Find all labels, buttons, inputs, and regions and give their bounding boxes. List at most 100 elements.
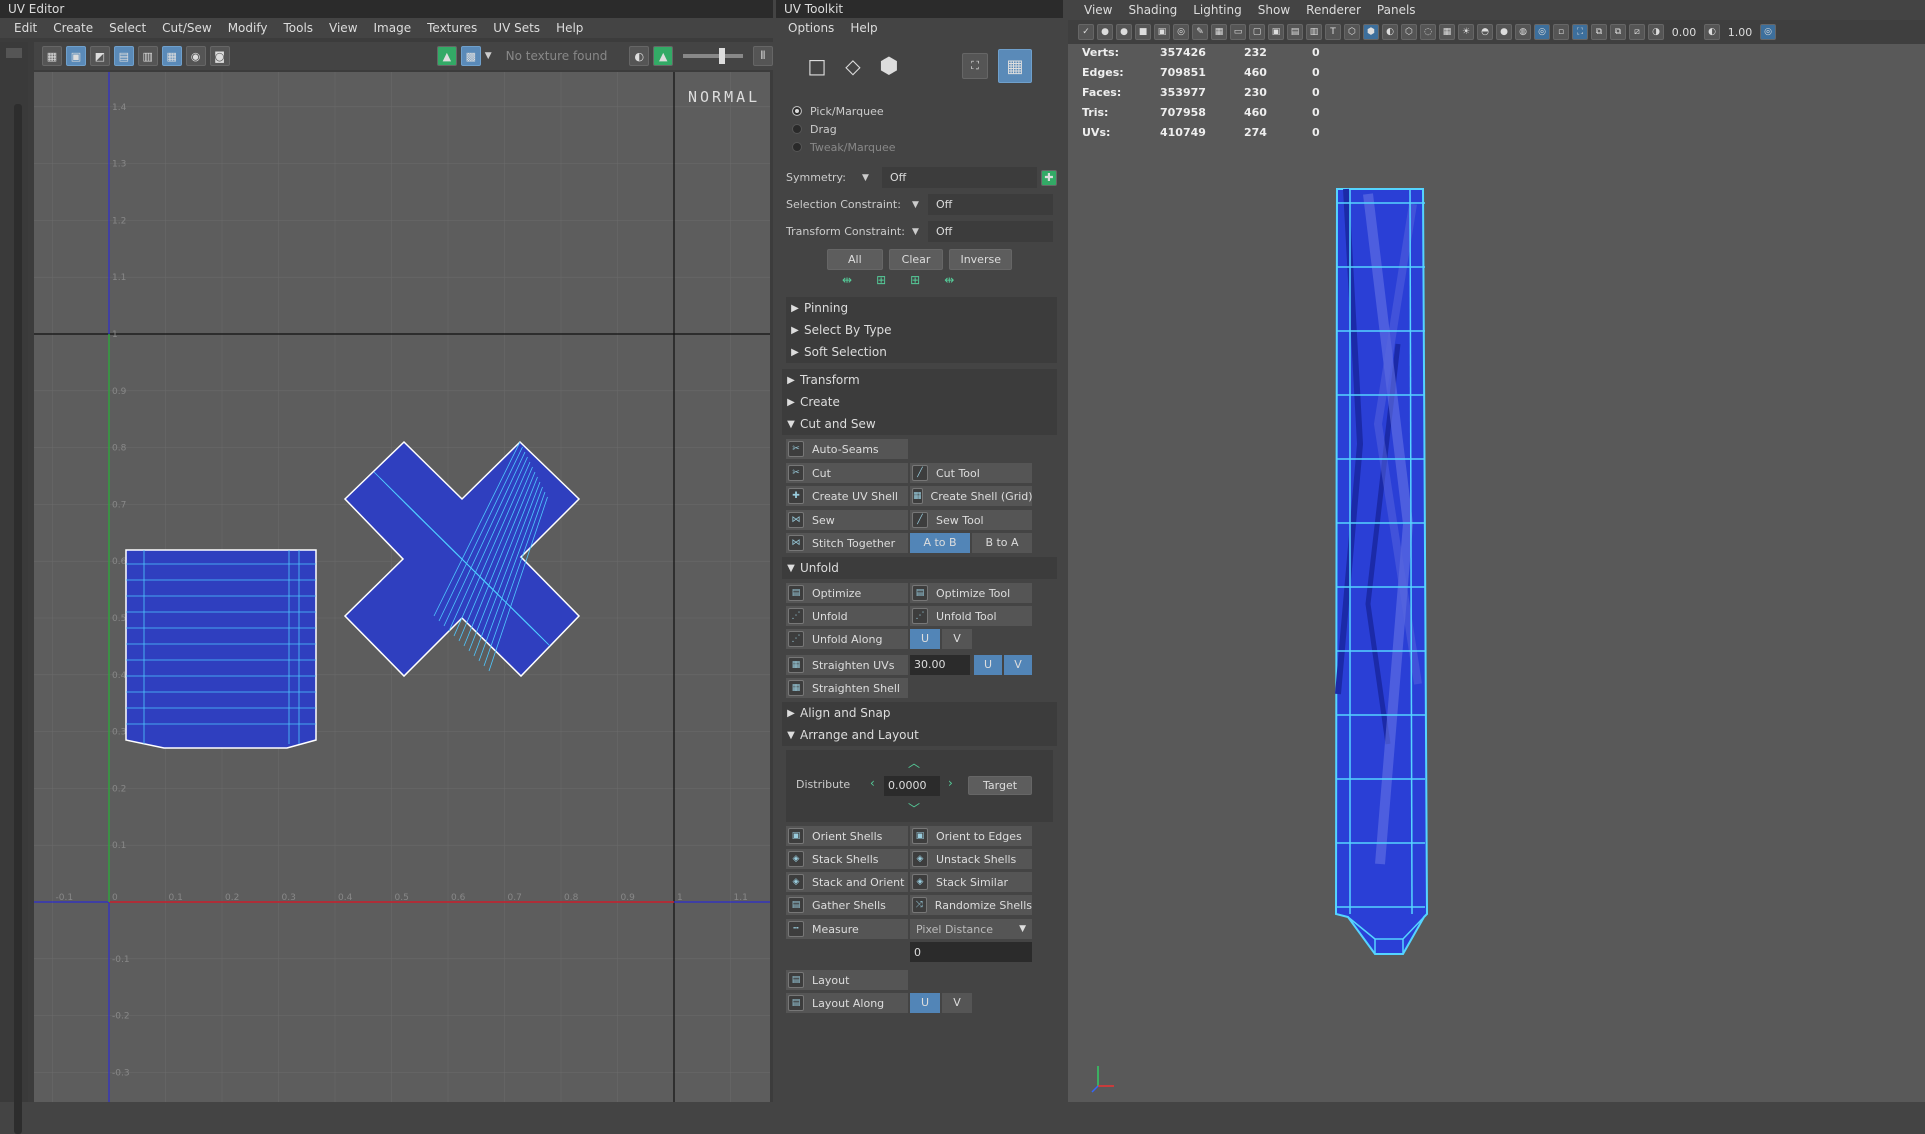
viewport-menu-renderer[interactable]: Renderer xyxy=(1298,3,1369,17)
distribute-value-field[interactable]: 0.0000 xyxy=(884,776,940,796)
viewport-menu-show[interactable]: Show xyxy=(1250,3,1298,17)
select-all-button[interactable]: All xyxy=(827,248,883,270)
gamma-icon[interactable]: ◐ xyxy=(1704,24,1720,40)
straighten-angle-field[interactable]: 30.00 xyxy=(910,655,970,675)
section-unfold[interactable]: ▼ Unfold xyxy=(782,557,1057,579)
mode-pick-marquee[interactable]: Pick/Marquee xyxy=(782,102,1057,120)
textured-icon[interactable]: ▦ xyxy=(1439,24,1455,40)
section-cut-and-sew[interactable]: ▼ Cut and Sew xyxy=(782,413,1057,435)
smooth-shade-icon[interactable]: ⬢ xyxy=(1363,24,1379,40)
menu-uv-sets[interactable]: UV Sets xyxy=(485,21,548,35)
select-camera-icon[interactable]: ✓ xyxy=(1078,24,1094,40)
sew-tool-button[interactable]: ╱ Sew Tool xyxy=(910,510,1032,530)
measure-value-field[interactable]: 0 xyxy=(910,942,1032,962)
section-align-and-snap[interactable]: ▶ Align and Snap xyxy=(782,702,1057,724)
uv-scrollbar[interactable] xyxy=(14,104,22,1134)
motion-blur-icon[interactable]: ◍ xyxy=(1515,24,1531,40)
unfold-button[interactable]: ⋰ Unfold xyxy=(786,606,908,626)
chevron-left-icon[interactable]: ‹ xyxy=(870,776,875,790)
straighten-u-toggle[interactable]: U xyxy=(974,655,1002,675)
auto-seams-button[interactable]: ✂ Auto-Seams xyxy=(786,439,908,459)
mode-tweak-marquee[interactable]: Tweak/Marquee xyxy=(782,138,1057,156)
menu-image[interactable]: Image xyxy=(366,21,420,35)
section-select-by-type[interactable]: ▶ Select By Type xyxy=(786,319,1057,341)
shrink-selection-icon[interactable]: ⊞ xyxy=(876,273,886,293)
grease-pencil-icon[interactable]: ✎ xyxy=(1192,24,1208,40)
brightness-slider[interactable] xyxy=(683,48,743,64)
unfold-tool-button[interactable]: ⋰ Unfold Tool xyxy=(910,606,1032,626)
stack-and-orient-button[interactable]: ◈ Stack and Orient xyxy=(786,872,908,892)
antialias-icon[interactable]: ◎ xyxy=(1534,24,1550,40)
mode-drag[interactable]: Drag xyxy=(782,120,1057,138)
lock-camera-icon[interactable]: ● xyxy=(1097,24,1113,40)
section-soft-selection[interactable]: ▶ Soft Selection xyxy=(786,341,1057,363)
depth-of-field-icon[interactable]: ▫ xyxy=(1553,24,1569,40)
uv-shell-cross[interactable] xyxy=(343,440,581,678)
texture-dropdown-icon[interactable]: ▼ xyxy=(485,51,492,61)
gate-mask-icon[interactable]: ▣ xyxy=(1268,24,1284,40)
symmetry-dropdown-icon[interactable]: ▼ xyxy=(862,173,882,183)
shadows-icon[interactable]: ◓ xyxy=(1477,24,1493,40)
menu-help[interactable]: Help xyxy=(842,21,885,35)
cut-button[interactable]: ✂ Cut xyxy=(786,463,908,483)
uv-grid-icon[interactable]: ▤ xyxy=(113,46,134,66)
menu-create[interactable]: Create xyxy=(45,21,101,35)
viewport-menu-shading[interactable]: Shading xyxy=(1120,3,1185,17)
symmetry-pick-icon[interactable]: ✚ xyxy=(1041,169,1057,186)
backface-icon[interactable]: ⧄ xyxy=(1629,24,1645,40)
unstack-shells-button[interactable]: ◈ Unstack Shells xyxy=(910,849,1032,869)
uv-grid-canvas[interactable]: -0.1 0 0.1 0.2 0.3 0.4 0.5 0.6 0.7 0.8 0.9 1 1.1 1.4 1… xyxy=(34,72,770,1102)
bookmark-icon[interactable]: ● xyxy=(1116,24,1132,40)
menu-textures[interactable]: Textures xyxy=(419,21,485,35)
ambient-occlusion-icon[interactable]: ● xyxy=(1496,24,1512,40)
uv-pixel-snap-icon[interactable]: ▥ xyxy=(137,46,158,66)
symmetry-value[interactable]: Off xyxy=(882,167,1037,188)
radio-icon[interactable] xyxy=(792,142,802,152)
two-d-pan-icon[interactable]: ◎ xyxy=(1173,24,1189,40)
resolution-gate-icon[interactable]: ▢ xyxy=(1249,24,1265,40)
uv-shaded-icon[interactable]: ▣ xyxy=(65,46,86,66)
chevron-right-icon[interactable]: › xyxy=(948,776,953,790)
menu-select[interactable]: Select xyxy=(101,21,154,35)
measure-button[interactable]: ┅ Measure xyxy=(786,919,908,939)
xray-joints-icon[interactable]: ⧉ xyxy=(1591,24,1607,40)
shrink-loop-icon[interactable]: ⇹ xyxy=(944,273,954,293)
unfold-u-toggle[interactable]: U xyxy=(910,629,940,649)
xray-icon[interactable]: ◌ xyxy=(1420,24,1436,40)
transform-constraint-value[interactable]: Off xyxy=(928,221,1053,242)
uv-checker-icon[interactable]: ▦ xyxy=(161,46,182,66)
uv-snapshot-icon[interactable]: ▦ xyxy=(42,46,62,66)
uv-mode-icon[interactable]: □ xyxy=(804,53,830,79)
select-clear-button[interactable]: Clear xyxy=(888,248,944,270)
cube-mode-icon[interactable]: ⬢ xyxy=(876,53,902,79)
menu-edit[interactable]: Edit xyxy=(6,21,45,35)
section-arrange-and-layout[interactable]: ▼ Arrange and Layout xyxy=(782,724,1057,746)
menu-options[interactable]: Options xyxy=(780,21,842,35)
selection-constraint-value[interactable]: Off xyxy=(928,194,1053,215)
gather-shells-button[interactable]: ▤ Gather Shells xyxy=(786,895,908,915)
wireframe-icon[interactable]: ⬡ xyxy=(1344,24,1360,40)
exposure-icon[interactable]: ◐ xyxy=(629,46,650,66)
straighten-uvs-button[interactable]: ▦ Straighten UVs xyxy=(786,655,908,675)
xray-active-icon[interactable]: ⧉ xyxy=(1610,24,1626,40)
b-to-a-toggle[interactable]: B to A xyxy=(972,533,1032,553)
uv-camera-icon[interactable]: ◙ xyxy=(209,46,230,66)
unfold-v-toggle[interactable]: V xyxy=(942,629,972,649)
wireframe-on-shaded-icon[interactable]: ⬡ xyxy=(1401,24,1417,40)
stack-similar-button[interactable]: ◈ Stack Similar xyxy=(910,872,1032,892)
stack-shells-button[interactable]: ◈ Stack Shells xyxy=(786,849,908,869)
layout-along-button[interactable]: ▤ Layout Along xyxy=(786,993,908,1013)
shell-mode-icon[interactable]: ◇ xyxy=(840,53,866,79)
channel-icon[interactable]: ⦀ xyxy=(752,46,773,66)
sew-button[interactable]: ⋈ Sew xyxy=(786,510,908,530)
target-button[interactable]: Target xyxy=(968,776,1033,795)
exposure-icon[interactable]: ◑ xyxy=(1648,24,1664,40)
layout-button[interactable]: ▤ Layout xyxy=(786,970,908,990)
sidebar-dropdown-icon[interactable] xyxy=(6,48,22,58)
radio-selected-icon[interactable] xyxy=(792,106,802,116)
straighten-v-toggle[interactable]: V xyxy=(1004,655,1032,675)
uv-shell-rectangle[interactable] xyxy=(125,549,317,749)
lights-icon[interactable]: ☀ xyxy=(1458,24,1474,40)
safe-action-icon[interactable]: ▥ xyxy=(1306,24,1322,40)
select-inverse-button[interactable]: Inverse xyxy=(949,248,1012,270)
